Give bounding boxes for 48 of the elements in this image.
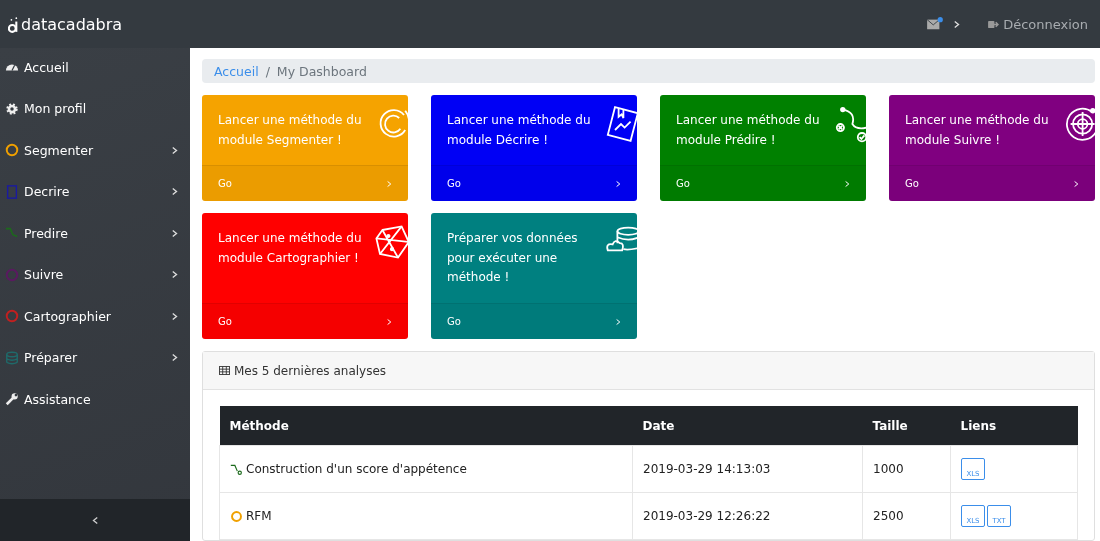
module-icon: [230, 509, 243, 523]
breadcrumb-separator: /: [265, 63, 270, 79]
table-cell: 2019-03-29 12:26:22: [643, 509, 771, 523]
column-header: Taille: [862, 406, 951, 446]
logo-icon: [8, 15, 20, 34]
module-icon: [230, 462, 243, 476]
chevron-icon: [616, 179, 621, 188]
column-header: Date: [632, 406, 863, 446]
module-card[interactable]: Lancer une méthode du module Suivre ! Go: [889, 95, 1095, 201]
card-text: Lancer une méthode du module Décrire !: [447, 112, 592, 149]
card-footer[interactable]: Go: [431, 303, 637, 339]
table-cell: 2019-03-29 14:13:03: [643, 462, 771, 476]
column-header: Liens: [950, 406, 1078, 446]
sidebar-item[interactable]: Assistance: [0, 377, 190, 422]
chevron-icon: [387, 179, 392, 188]
chevron-icon[interactable]: [954, 19, 961, 29]
logout-icon: [988, 19, 1000, 29]
card-footer[interactable]: Go: [889, 165, 1095, 201]
chevron-icon: [1074, 179, 1079, 188]
card-text: Lancer une méthode du module Suivre !: [905, 112, 1050, 149]
envelope-icon[interactable]: [926, 17, 945, 31]
table-cell: RFM: [246, 509, 272, 523]
column-header: Méthode: [219, 406, 633, 446]
panel-title: Mes 5 dernières analyses: [234, 363, 387, 378]
card-footer[interactable]: Go: [660, 165, 866, 201]
breadcrumb-current: My Dashboard: [276, 63, 367, 79]
chevron-left-icon: [92, 515, 98, 525]
card-text: Lancer une méthode du module Cartographier !: [218, 230, 363, 267]
module-card[interactable]: Lancer une méthode du module Décrire ! Go: [431, 95, 637, 201]
table-cell: 1000: [873, 462, 904, 476]
card-footer[interactable]: Go: [202, 303, 408, 339]
wrench-icon: [5, 392, 19, 407]
table-cell: Construction d'un score d'appétence: [246, 462, 467, 476]
table-cell: 2500: [873, 509, 904, 523]
module-card[interactable]: Lancer une méthode du module Cartographier ! Go: [202, 213, 408, 339]
table-icon: [219, 366, 230, 375]
card-text: Lancer une méthode du module Prédire !: [676, 112, 821, 149]
chevron-icon: [845, 179, 850, 188]
card-text: Préparer vos données pour exécuter une méthode !: [447, 230, 579, 286]
chevron-icon: [387, 317, 392, 326]
logout-link[interactable]: Déconnexion: [988, 16, 1088, 32]
card-text: Lancer une méthode du module Segmenter !: [218, 112, 363, 149]
gear-icon: [5, 101, 19, 116]
brand-name[interactable]: datacadabra: [21, 14, 123, 34]
module-card[interactable]: Lancer une méthode du module Prédire ! Go: [660, 95, 866, 201]
chevron-icon: [616, 317, 621, 326]
module-card[interactable]: Préparer vos données pour exécuter une méthode ! Go: [431, 213, 637, 339]
card-footer[interactable]: Go: [431, 165, 637, 201]
